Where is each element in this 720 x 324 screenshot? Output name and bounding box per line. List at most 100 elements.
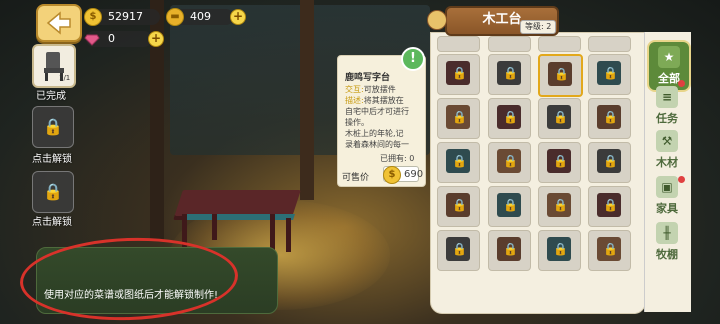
interact-key: 交互:: [345, 85, 364, 94]
recipe-tile[interactable]: 🔒: [538, 186, 581, 227]
level-badge: 等级: 2: [520, 20, 557, 34]
recipe-tile[interactable]: 🔒: [437, 98, 480, 139]
description-text: 将其摆放在: [363, 96, 404, 105]
recipe-tile[interactable]: 🔒: [488, 98, 531, 139]
lock-icon: 🔒: [452, 198, 467, 212]
lock-icon: 🔒: [603, 242, 618, 256]
gold-bar-icon: ▬: [166, 8, 184, 26]
lock-icon: 🔒: [452, 154, 467, 168]
desk-leg: [212, 214, 217, 240]
recipe-tile[interactable]: 🔒: [437, 230, 480, 271]
writing-desk-trim: [183, 214, 295, 220]
recipe-tile[interactable]: 🔒: [588, 54, 631, 95]
tab-ranch[interactable]: ╫ 牧棚: [647, 222, 687, 262]
lock-icon: 🔒: [603, 198, 618, 212]
scroll-icon: ≡: [656, 86, 678, 108]
recipe-tile[interactable]: 🔒: [437, 186, 480, 227]
recipe-tile[interactable]: 🔒: [437, 142, 480, 183]
cabinet-icon: ▣: [656, 176, 678, 198]
lock-icon: 🔒: [503, 198, 518, 212]
gold-amount: 409: [190, 10, 211, 23]
lock-icon: 🔒: [503, 154, 518, 168]
background-post: [300, 0, 314, 200]
gem-icon: [84, 30, 100, 46]
lock-icon: 🔒: [553, 154, 568, 168]
description-key: 描述:: [345, 96, 364, 105]
lock-icon: 🔒: [554, 67, 569, 81]
desk-leg: [286, 218, 291, 252]
price-label: 可售价: [342, 173, 370, 183]
recipe-tile[interactable]: 🔒: [588, 186, 631, 227]
recipe-tile[interactable]: 🔒: [538, 98, 581, 139]
recipe-tile[interactable]: [488, 36, 531, 52]
back-button[interactable]: [36, 4, 82, 42]
lock-icon: 🔒: [503, 66, 518, 80]
unlock-slot-label[interactable]: 点击解锁: [32, 150, 72, 165]
flavor-line: 录着森林间的每一: [345, 140, 409, 149]
panel-title-text: 木工台: [482, 12, 522, 27]
notification-dot: [678, 80, 685, 87]
tab-label: 任务: [656, 112, 678, 125]
recipe-tile[interactable]: 🔒: [538, 142, 581, 183]
back-arrow-icon: [46, 11, 71, 35]
recipe-tile[interactable]: 🔒: [538, 54, 583, 97]
coin-icon: $: [383, 166, 401, 184]
lock-icon: 🔒: [43, 182, 63, 201]
coin-amount: 52917: [108, 10, 143, 23]
tab-label: 家具: [656, 202, 678, 215]
slot-count: 1/1: [59, 74, 71, 82]
notification-dot: [678, 176, 685, 183]
tab-label: 牧棚: [656, 248, 678, 261]
craft-slot-locked[interactable]: 🔒: [32, 171, 74, 213]
saw-icon: ⚒: [656, 130, 678, 152]
recipe-tile[interactable]: 🔒: [488, 186, 531, 227]
recipe-tile[interactable]: [437, 36, 480, 52]
recipe-tile[interactable]: 🔒: [488, 230, 531, 271]
tab-label: 木材: [656, 156, 678, 169]
tab-label: 全部: [658, 72, 680, 85]
owned-count: 已拥有: 0: [380, 154, 415, 163]
add-gems-button[interactable]: +: [148, 31, 164, 47]
interact-value: 可放摆件: [363, 85, 396, 94]
lock-icon: 🔒: [553, 110, 568, 124]
item-name: 鹿鸣写字台: [345, 73, 391, 83]
recipe-tile[interactable]: [588, 36, 631, 52]
lock-icon: 🔒: [452, 242, 467, 256]
lock-icon: 🔒: [452, 110, 467, 124]
lock-icon: 🔒: [553, 198, 568, 212]
lock-icon: 🔒: [603, 66, 618, 80]
price-value: 690: [404, 169, 424, 180]
lock-icon: 🔒: [43, 117, 63, 136]
recipe-tile[interactable]: [538, 36, 581, 52]
lock-icon: 🔒: [503, 110, 518, 124]
lock-icon: 🔒: [553, 242, 568, 256]
lock-icon: 🔒: [452, 66, 467, 80]
recipe-tile[interactable]: 🔒: [588, 142, 631, 183]
flavor-line: 木桩上的年轮,记: [345, 129, 404, 138]
lock-icon: 🔒: [603, 110, 618, 124]
recipe-tile[interactable]: 🔒: [488, 54, 531, 95]
recipe-tile[interactable]: 🔒: [588, 98, 631, 139]
fence-icon: ╫: [656, 222, 678, 244]
recipe-tile[interactable]: 🔒: [437, 54, 480, 95]
recipe-tile[interactable]: 🔒: [588, 230, 631, 271]
add-gold-button[interactable]: +: [230, 9, 246, 25]
recipe-tile[interactable]: 🔒: [538, 230, 581, 271]
star-icon: ★: [658, 46, 680, 68]
craft-slot-locked[interactable]: 🔒: [32, 106, 74, 148]
description-line: 操作。: [345, 118, 369, 127]
description-line: 描述:将其摆放在: [345, 95, 404, 106]
tab-quests[interactable]: ≡ 任务: [647, 86, 687, 126]
lock-icon: 🔒: [603, 154, 618, 168]
slot-status-label: 已完成: [36, 91, 66, 102]
deer-icon: [427, 10, 447, 30]
craft-slot-completed[interactable]: 1/1: [32, 44, 76, 88]
alert-icon[interactable]: !: [401, 47, 425, 71]
recipe-tile[interactable]: 🔒: [488, 142, 531, 183]
tab-wood[interactable]: ⚒ 木材: [647, 130, 687, 170]
interact-line: 交互:可放摆件: [345, 84, 396, 95]
coin-icon: $: [84, 8, 102, 26]
gem-amount: 0: [108, 32, 115, 45]
lock-icon: 🔒: [503, 242, 518, 256]
unlock-slot-label[interactable]: 点击解锁: [32, 213, 72, 228]
